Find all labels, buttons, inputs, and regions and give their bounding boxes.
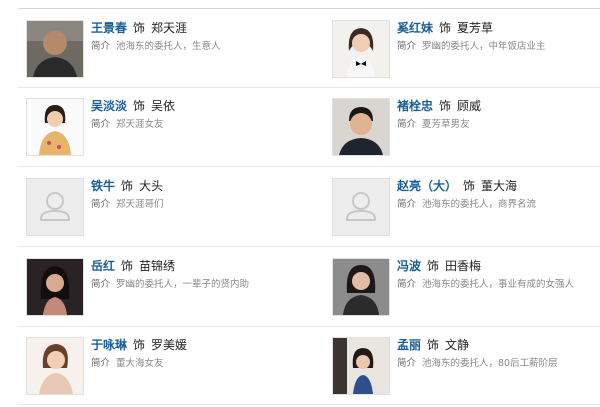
actress-photo[interactable]: [26, 337, 84, 395]
as-label: 饰: [121, 179, 134, 193]
as-label: 饰: [439, 21, 452, 35]
bio-label: 简介: [397, 358, 417, 369]
top-divider: [18, 8, 600, 9]
role-name: 罗美媛: [151, 338, 188, 352]
bio-label: 简介: [397, 199, 417, 210]
cast-card: 奚红妹饰夏芳草 简介 罗幽的委托人，中年饭店业主: [324, 10, 600, 88]
role-name: 董大海: [481, 179, 518, 193]
bio-text: 池海东的委托人，生意人: [116, 41, 221, 52]
placeholder-avatar[interactable]: [26, 178, 84, 236]
bio-label: 简介: [91, 119, 111, 130]
cast-row: 岳红饰苗锦绣 简介 罗幽的委托人，一辈子的贤内助 冯波饰田香梅 简介 池海东的委托人…: [18, 248, 600, 326]
cast-row: 于咏琳饰罗美媛 简介 董大海女友 孟丽饰文静 简介 池海东的委托人，80后工薪阶层: [18, 327, 600, 405]
actor-name-link[interactable]: 褚栓忠: [397, 99, 433, 113]
cast-card: 孟丽饰文静 简介 池海东的委托人，80后工薪阶层: [324, 327, 600, 405]
row-divider: [18, 166, 600, 167]
actor-name-link[interactable]: 孟丽: [397, 338, 421, 352]
role-name: 吴依: [151, 99, 176, 113]
actress-photo[interactable]: [26, 258, 84, 316]
bio-text: 池海东的委托人，事业有成的女强人: [422, 279, 575, 290]
cast-row: 王景春饰郑天涯 简介 池海东的委托人，生意人 奚红妹饰夏芳草 简介 罗幽的委托人，中…: [18, 10, 600, 88]
actress-photo[interactable]: [332, 337, 390, 395]
cast-card: 冯波饰田香梅 简介 池海东的委托人，事业有成的女强人: [324, 248, 600, 326]
row-divider: [18, 404, 600, 405]
role-name: 苗锦绣: [139, 259, 176, 273]
bio-text: 池海东的委托人，商界名流: [422, 199, 537, 210]
bio-label: 简介: [397, 279, 417, 290]
cast-card: 铁牛饰大头 简介 郑天涯哥们: [18, 168, 308, 246]
role-name: 文静: [445, 338, 470, 352]
role-name: 顾威: [457, 99, 482, 113]
bio-text: 罗幽的委托人，中年饭店业主: [422, 41, 546, 52]
cast-card: 褚栓忠饰顾威 简介 夏芳草男友: [324, 88, 600, 166]
actor-photo[interactable]: [26, 20, 84, 78]
actor-photo[interactable]: [332, 98, 390, 156]
bio-label: 简介: [91, 199, 111, 210]
cast-row: 吴淡淡饰吴依 简介 郑天涯女友 褚栓忠饰顾威 简介 夏芳草男友: [18, 88, 600, 166]
placeholder-avatar[interactable]: [332, 178, 390, 236]
role-name: 田香梅: [445, 259, 482, 273]
cast-row: 铁牛饰大头 简介 郑天涯哥们 赵亮（大）饰董大海 简介 池海东的委托人，商界名流: [18, 168, 600, 246]
row-divider: [18, 246, 600, 247]
role-name: 夏芳草: [457, 21, 494, 35]
bio-text: 郑天涯哥们: [116, 199, 164, 210]
actor-name-link[interactable]: 冯波: [397, 259, 421, 273]
cast-card: 赵亮（大） 饰董大海 简介 池海东的委托人，商界名流: [324, 168, 600, 246]
actress-photo[interactable]: [332, 258, 390, 316]
as-label: 饰: [427, 259, 440, 273]
as-label: 饰: [463, 179, 476, 193]
bio-text: 郑天涯女友: [116, 119, 164, 130]
bio-label: 简介: [91, 358, 111, 369]
actor-name-link[interactable]: 奚红妹: [397, 21, 433, 35]
as-label: 饰: [133, 99, 146, 113]
cast-card: 王景春饰郑天涯 简介 池海东的委托人，生意人: [18, 10, 308, 88]
as-label: 饰: [133, 338, 146, 352]
cast-card: 岳红饰苗锦绣 简介 罗幽的委托人，一辈子的贤内助: [18, 248, 308, 326]
actress-photo[interactable]: [332, 20, 390, 78]
bio-text: 池海东的委托人，80后工薪阶层: [422, 358, 558, 369]
role-name: 大头: [139, 179, 164, 193]
bio-label: 简介: [397, 119, 417, 130]
actor-name-link[interactable]: 吴淡淡: [91, 99, 127, 113]
bio-label: 简介: [397, 41, 417, 52]
actor-name-link[interactable]: 王景春: [91, 21, 127, 35]
as-label: 饰: [439, 99, 452, 113]
cast-card: 于咏琳饰罗美媛 简介 董大海女友: [18, 327, 308, 405]
actor-name-link[interactable]: 铁牛: [91, 179, 115, 193]
bio-label: 简介: [91, 41, 111, 52]
actor-name-link[interactable]: 赵亮（大）: [397, 179, 457, 193]
actor-name-link[interactable]: 岳红: [91, 259, 115, 273]
bio-text: 夏芳草男友: [422, 119, 470, 130]
as-label: 饰: [133, 21, 146, 35]
bio-label: 简介: [91, 279, 111, 290]
as-label: 饰: [427, 338, 440, 352]
cast-card: 吴淡淡饰吴依 简介 郑天涯女友: [18, 88, 308, 166]
actress-photo[interactable]: [26, 98, 84, 156]
bio-text: 董大海女友: [116, 358, 164, 369]
as-label: 饰: [121, 259, 134, 273]
role-name: 郑天涯: [151, 21, 188, 35]
bio-text: 罗幽的委托人，一辈子的贤内助: [116, 279, 250, 290]
actor-name-link[interactable]: 于咏琳: [91, 338, 127, 352]
